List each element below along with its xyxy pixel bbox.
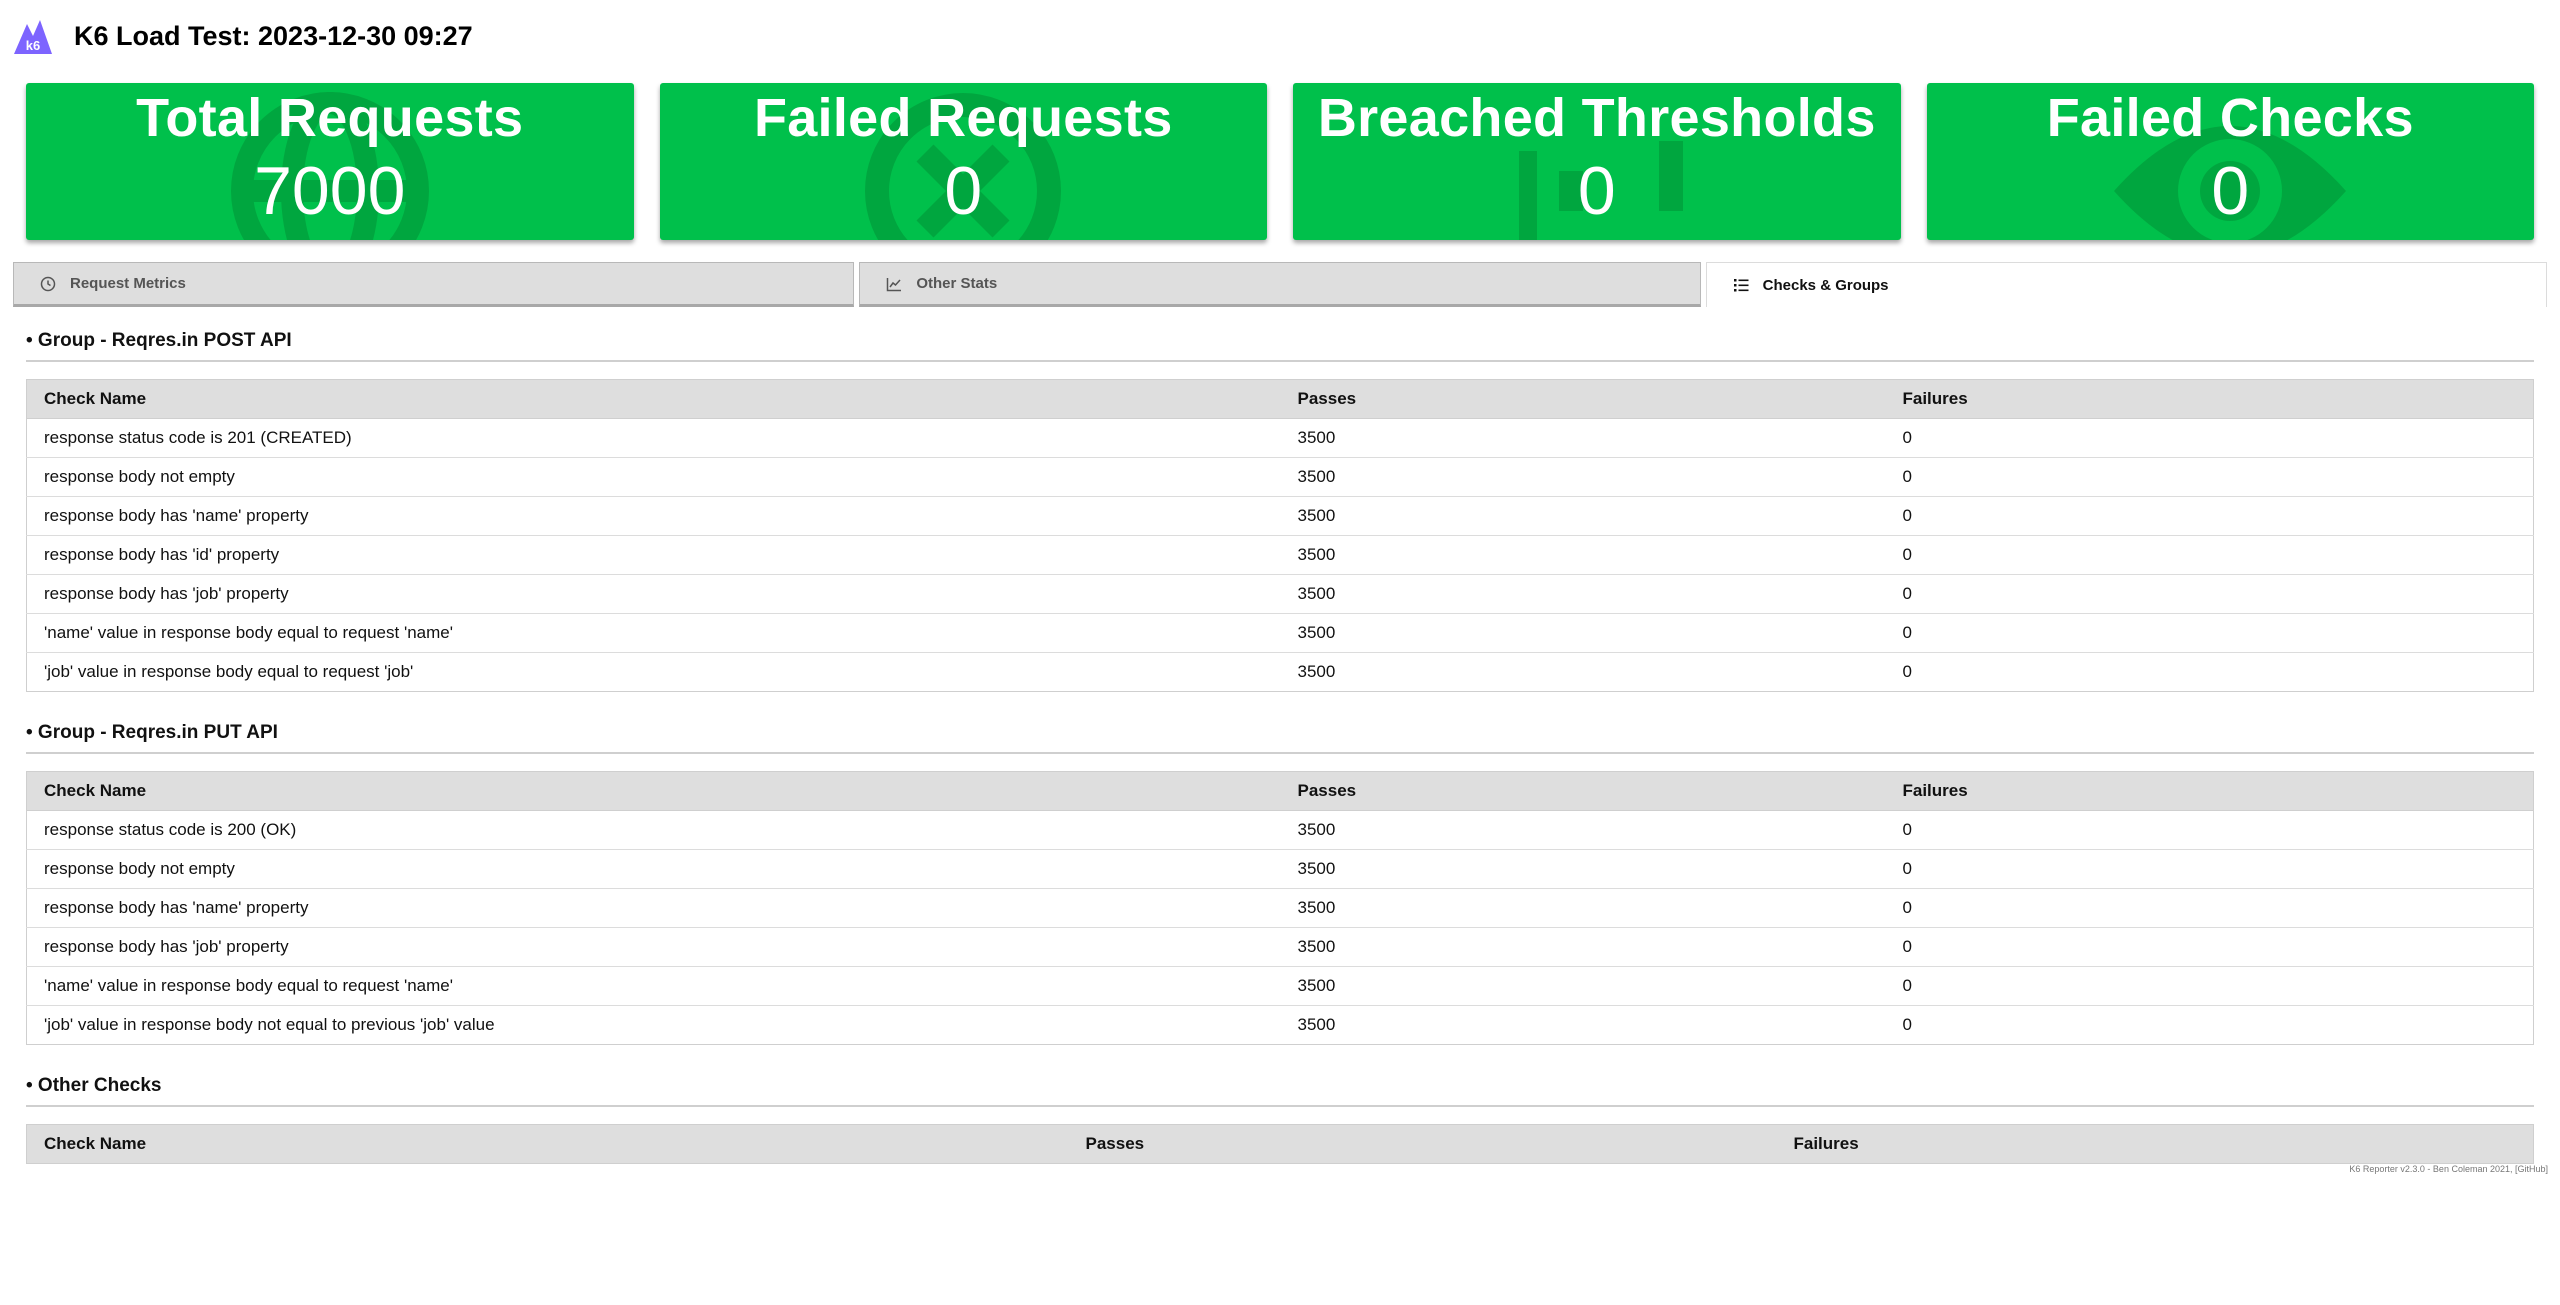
stat-box-failed-requests: Failed Requests 0 — [659, 83, 1267, 240]
check-name: response status code is 201 (CREATED) — [44, 428, 352, 447]
failures-value: 0 — [1885, 496, 2534, 536]
failures-value: 0 — [1885, 927, 2534, 967]
group-heading-put: • Group - Reqres.in PUT API — [26, 722, 2534, 754]
tab-other-stats[interactable]: Other Stats — [859, 262, 1701, 307]
passes-value: 3500 — [1297, 428, 1336, 447]
check-name: response body has 'job' property — [26, 927, 1281, 967]
table-row: 'name' value in response body equal to r… — [26, 613, 2534, 653]
summary-boxes: Total Requests 7000 Failed Requests 0 Br… — [26, 83, 2534, 240]
stat-box-breached-thresholds: Breached Thresholds 0 — [1293, 83, 1901, 240]
tab-checks-groups[interactable]: Checks & Groups — [1705, 262, 2547, 307]
table-row: 'job' value in response body not equal t… — [26, 1005, 2534, 1045]
table-row: response body has 'id' property 3500 0 — [26, 535, 2534, 575]
check-name: 'job' value in response body equal to re… — [26, 652, 1281, 692]
column-header-check-name: Check Name — [26, 1124, 1069, 1164]
check-name: response body has 'id' property — [26, 535, 1281, 575]
clock-icon — [40, 276, 56, 292]
failures-value: 0 — [1885, 613, 2534, 653]
stat-title: Total Requests — [136, 88, 524, 148]
stat-title: Breached Thresholds — [1317, 88, 1876, 148]
stat-title: Failed Checks — [2046, 88, 2414, 148]
table-row: response body has 'name' property 3500 0 — [26, 496, 2534, 536]
stat-box-failed-checks: Failed Checks 0 — [1926, 83, 2534, 240]
failures-value: 0 — [1885, 849, 2534, 889]
passes-value: 3500 — [1280, 1005, 1886, 1045]
table-row: response body has 'name' property 3500 0 — [26, 888, 2534, 928]
passes-value: 3500 — [1280, 496, 1886, 536]
column-header-check-name: Check Name — [26, 379, 1281, 419]
check-name: 'name' value in response body equal to r… — [26, 613, 1281, 653]
table-row: response body has 'job' property 3500 0 — [26, 927, 2534, 967]
passes-value: 3500 — [1280, 888, 1886, 928]
report-header: k6 K6 Load Test: 2023-12-30 09:27 — [12, 14, 473, 58]
group-heading-post: • Group - Reqres.in POST API — [26, 330, 2534, 362]
page-title: K6 Load Test: 2023-12-30 09:27 — [74, 20, 473, 51]
passes-value: 3500 — [1280, 457, 1886, 497]
stat-value: 0 — [2211, 153, 2250, 229]
check-name: 'name' value in response body equal to r… — [26, 966, 1281, 1006]
check-name: 'job' value in response body not equal t… — [26, 1005, 1281, 1045]
list-check-icon — [1733, 277, 1749, 293]
failures-value: 0 — [1885, 888, 2534, 928]
table-row: 'job' value in response body equal to re… — [26, 652, 2534, 692]
passes-value: 3500 — [1280, 652, 1886, 692]
checks-groups-panel: • Group - Reqres.in POST API Check Name … — [26, 330, 2534, 1194]
check-name: response status code is 200 (OK) — [44, 820, 297, 839]
failures-value: 0 — [1885, 574, 2534, 614]
table-row: response status code is 200 (OK) 3500 0 — [27, 811, 2534, 850]
stat-box-total-requests: Total Requests 7000 — [26, 83, 634, 240]
failures-value: 0 — [1902, 820, 1912, 839]
table-row: 'name' value in response body equal to r… — [26, 966, 2534, 1006]
failures-value: 0 — [1885, 535, 2534, 575]
failures-value: 0 — [1885, 966, 2534, 1006]
tab-label: Checks & Groups — [1762, 276, 1889, 294]
table-row: response body not empty 3500 0 — [26, 457, 2534, 497]
failures-value: 0 — [1885, 1005, 2534, 1045]
tab-bar: Request Metrics Other Stats Checks & Gro… — [13, 262, 2547, 307]
column-header-passes: Passes — [1280, 379, 1886, 419]
passes-value: 3500 — [1280, 613, 1886, 653]
tab-label: Other Stats — [916, 275, 998, 292]
checks-table-put: Check Name Passes Failures response stat… — [26, 771, 2534, 1045]
failures-value: 0 — [1902, 428, 1912, 447]
column-header-failures: Failures — [1885, 771, 2534, 811]
check-name: response body has 'job' property — [26, 574, 1281, 614]
table-row: response body not empty 3500 0 — [26, 849, 2534, 889]
failures-value: 0 — [1885, 457, 2534, 497]
check-name: response body has 'name' property — [26, 888, 1281, 928]
failures-value: 0 — [1885, 652, 2534, 692]
passes-value: 3500 — [1280, 574, 1886, 614]
checks-table-post: Check Name Passes Failures response stat… — [26, 379, 2534, 692]
column-header-check-name: Check Name — [26, 771, 1281, 811]
line-chart-icon — [886, 276, 902, 292]
svg-text:k6: k6 — [26, 38, 40, 53]
k6-logo: k6 — [14, 20, 52, 54]
footer-credit[interactable]: K6 Reporter v2.3.0 - Ben Coleman 2021, [… — [2349, 1164, 2548, 1174]
passes-value: 3500 — [1280, 966, 1886, 1006]
stat-value: 0 — [1577, 153, 1616, 229]
stat-title: Failed Requests — [753, 88, 1173, 148]
check-name: response body not empty — [26, 849, 1281, 889]
table-row: response status code is 201 (CREATED) 350… — [27, 419, 2534, 458]
stat-value: 0 — [944, 153, 983, 229]
passes-value: 3500 — [1280, 849, 1886, 889]
column-header-passes: Passes — [1280, 771, 1886, 811]
column-header-passes: Passes — [1068, 1124, 1777, 1164]
check-name: response body not empty — [26, 457, 1281, 497]
group-heading-other: • Other Checks — [26, 1075, 2534, 1107]
check-name: response body has 'name' property — [26, 496, 1281, 536]
tab-label: Request Metrics — [70, 275, 186, 292]
passes-value: 3500 — [1280, 927, 1886, 967]
stat-value: 7000 — [254, 153, 406, 229]
tab-request-metrics[interactable]: Request Metrics — [13, 262, 855, 307]
passes-value: 3500 — [1297, 820, 1336, 839]
table-row: response body has 'job' property 3500 0 — [26, 574, 2534, 614]
checks-table-other: Check Name Passes Failures — [26, 1124, 2534, 1164]
passes-value: 3500 — [1280, 535, 1886, 575]
column-header-failures: Failures — [1776, 1124, 2534, 1164]
column-header-failures: Failures — [1885, 379, 2534, 419]
